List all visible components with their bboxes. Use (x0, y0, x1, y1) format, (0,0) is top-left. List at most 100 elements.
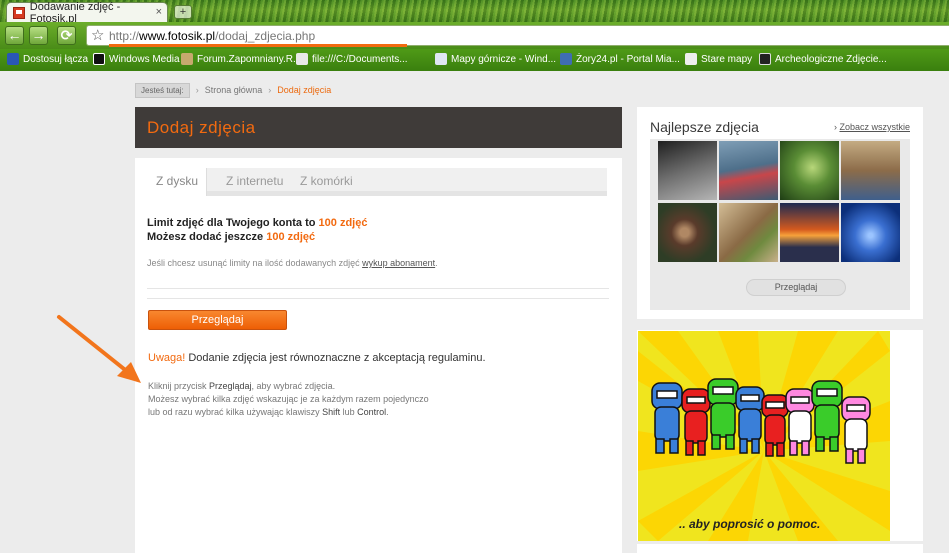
page-title: Dodaj zdjęcia (135, 107, 622, 148)
bookmark-label: Forum.Zapomniany.R... (197, 53, 302, 65)
breadcrumb: Jesteś tutaj: › Strona główna › Dodaj zd… (135, 82, 331, 98)
annotation-arrow-icon (57, 315, 141, 383)
hint-suffix: . (435, 258, 438, 268)
tab-from-disk[interactable]: Z dysku (148, 168, 208, 196)
breadcrumb-current: Dodaj zdjęcia (277, 85, 332, 95)
tab-from-internet[interactable]: Z internetu (218, 168, 291, 196)
url-path: /dodaj_zdjecia.php (215, 29, 316, 43)
best-photos-title: Najlepsze zdjęcia (650, 119, 759, 135)
bookmark-favicon-icon (93, 53, 105, 65)
ninja-ad-banner[interactable]: .. aby poprosić o pomoc. (637, 330, 923, 541)
thumb-dragonfly[interactable] (841, 203, 900, 262)
back-button[interactable]: ← (5, 26, 24, 45)
instr-text: , aby wybrać zdjęcia. (251, 381, 336, 391)
breadcrumb-home-link[interactable]: Strona główna (205, 85, 263, 95)
instr-text: Możesz wybrać kilka zdjęć wskazując je z… (148, 394, 429, 404)
instr-shift-key: Shift (322, 407, 341, 417)
bookmark-page-icon (296, 53, 308, 65)
instr-text: Kliknij przycisk (148, 381, 210, 391)
address-bar[interactable]: ☆ http://www.fotosik.pl/dodaj_zdjecia.ph… (86, 25, 949, 47)
bookmark-item[interactable]: Żory24.pl - Portal Mia... (560, 53, 680, 65)
browser-tabbar: Dodawanie zdjęć - Fotosik.pl × + (0, 0, 949, 22)
bookmark-item[interactable]: Windows Media (93, 53, 180, 65)
best-photos-panel: Najlepsze zdjęcia › Zobacz wszystkie Prz… (637, 107, 923, 319)
bookmark-item[interactable]: Mapy górnicze - Wind... (435, 53, 556, 65)
instr-text: lub (340, 407, 358, 417)
limit-value: 100 zdjęć (318, 217, 368, 229)
browse-button[interactable]: Przeglądaj (148, 310, 287, 330)
url-scheme: http:// (109, 29, 140, 43)
instr-control-key: Control (357, 407, 387, 417)
terms-warning: Uwaga! Dodanie zdjęcia jest równoznaczne… (148, 352, 486, 364)
page-content: Jesteś tutaj: › Strona główna › Dodaj zd… (0, 71, 949, 553)
thumb-kayak[interactable] (719, 141, 778, 200)
bookmark-item[interactable]: Dostosuj łącza (7, 53, 88, 65)
best-photos-grid: Przeglądaj (650, 139, 910, 310)
bookmark-label: Żory24.pl - Portal Mia... (576, 53, 680, 65)
instr-browse-keyword: Przeglądaj (209, 381, 252, 391)
see-all-label: Zobacz wszystkie (839, 122, 910, 132)
upload-limit-info: Limit zdjęć dla Twojego konta to 100 zdj… (147, 216, 367, 244)
thumb-grasshopper[interactable] (719, 203, 778, 262)
bookmark-item[interactable]: Archeologiczne Zdjęcie... (759, 53, 887, 65)
see-all-link[interactable]: › Zobacz wszystkie (834, 122, 910, 132)
bookmark-page-icon (685, 53, 697, 65)
bookmark-item[interactable]: file:///C:/Documents... (296, 53, 408, 65)
bookmark-item[interactable]: Forum.Zapomniany.R... (181, 53, 301, 65)
breadcrumb-separator: › (195, 85, 199, 95)
ninja-illustration (638, 331, 890, 541)
hint-text: Jeśli chcesz usunąć limity na ilość doda… (147, 258, 363, 268)
warning-label: Uwaga! (148, 352, 186, 364)
reload-button[interactable]: ⟳ (57, 26, 76, 45)
browser-toolbar: ← → ⟳ ☆ http://www.fotosik.pl/dodaj_zdje… (0, 22, 949, 49)
breadcrumb-you-are-here: Jesteś tutaj: (135, 82, 190, 98)
thumb-beach-people[interactable] (841, 141, 900, 200)
tab-from-phone[interactable]: Z komórki (292, 168, 361, 196)
sidebar-next-panel (637, 544, 923, 553)
instr-text: . (386, 407, 389, 417)
bookmark-label: file:///C:/Documents... (312, 53, 408, 65)
bookmarks-bar: Dostosuj łącza Windows Media Forum.Zapom… (0, 49, 949, 71)
fotosik-favicon-icon (13, 6, 25, 19)
bookmark-favicon-icon (7, 53, 19, 65)
upload-card: Z dysku Z internetu Z komórki Limit zdję… (135, 158, 622, 553)
forward-button[interactable]: → (29, 26, 48, 45)
bookmark-label: Stare mapy (701, 53, 753, 65)
limit-text: Limit zdjęć dla Twojego konta to (147, 217, 319, 229)
bookmark-label: Dostosuj łącza (23, 53, 89, 65)
bookmark-page-icon (435, 53, 447, 65)
bookmark-favicon-icon (759, 53, 771, 65)
remaining-text: Możesz dodać jeszcze (147, 231, 267, 243)
bookmark-item[interactable]: Stare mapy (685, 53, 752, 65)
url-highlight-underline (109, 44, 407, 47)
buy-subscription-link[interactable]: wykup abonament (362, 258, 435, 268)
bookmark-favicon-icon (181, 53, 193, 65)
upload-instructions: Kliknij przycisk Przeglądaj, aby wybrać … (148, 380, 429, 419)
bookmark-star-icon[interactable]: ☆ (91, 26, 104, 45)
instr-text: lub od razu wybrać kilka używając klawis… (148, 407, 323, 417)
best-photos-browse-button[interactable]: Przeglądaj (746, 279, 846, 296)
tab-close-icon[interactable]: × (156, 6, 162, 18)
divider (147, 288, 609, 289)
bookmark-favicon-icon (560, 53, 572, 65)
tab-title: Dodawanie zdjęć - Fotosik.pl (29, 0, 121, 23)
subscription-hint: Jeśli chcesz usunąć limity na ilość doda… (147, 258, 438, 268)
thumb-sunset[interactable] (780, 203, 839, 262)
browser-tab[interactable]: Dodawanie zdjęć - Fotosik.pl × (6, 0, 168, 23)
bookmark-label: Archeologiczne Zdjęcie... (775, 53, 887, 65)
upload-source-tabs: Z dysku Z internetu Z komórki (148, 168, 607, 196)
thumb-building[interactable] (658, 141, 717, 200)
breadcrumb-separator: › (268, 85, 272, 95)
see-all-chevron-icon: › (833, 122, 837, 132)
remaining-value: 100 zdjęć (266, 231, 316, 243)
address-url[interactable]: http://www.fotosik.pl/dodaj_zdjecia.php (109, 29, 315, 43)
divider (147, 298, 609, 299)
bookmark-label: Windows Media (109, 53, 180, 65)
thumb-leaf[interactable] (780, 141, 839, 200)
bookmark-label: Mapy górnicze - Wind... (451, 53, 557, 65)
warning-text: Dodanie zdjęcia jest równoznaczne z akce… (185, 352, 486, 364)
new-tab-button[interactable]: + (174, 5, 192, 19)
url-domain: www.fotosik.pl (139, 29, 216, 43)
thumb-portrait[interactable] (658, 203, 717, 262)
ad-caption: .. aby poprosić o pomoc. (679, 517, 821, 531)
